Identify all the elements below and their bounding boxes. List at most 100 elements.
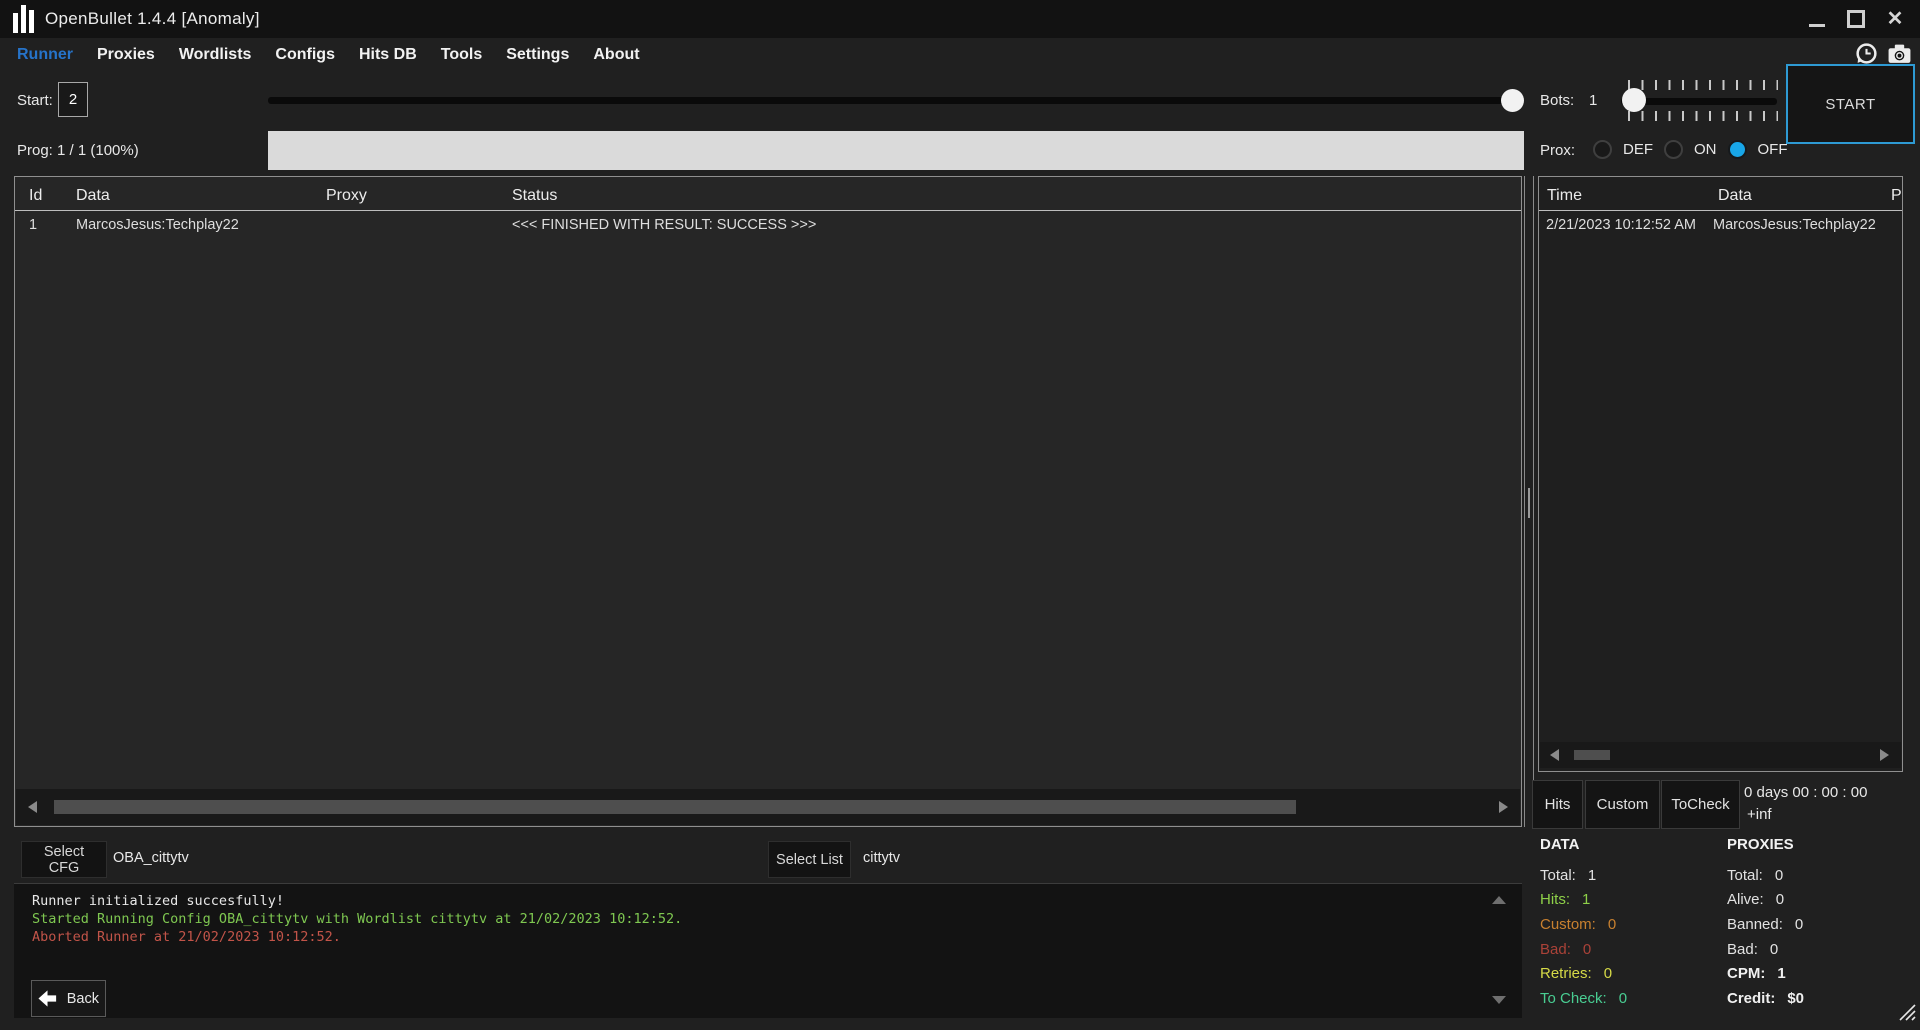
proxy-on-radio[interactable]	[1664, 140, 1683, 159]
select-cfg-button[interactable]: Select CFG	[21, 841, 107, 878]
prox-label: Prox:	[1540, 142, 1576, 159]
column-header-data[interactable]: Data	[76, 187, 110, 205]
stat-tocheck: To Check: 0	[1540, 989, 1628, 1007]
column-header-hits-proxy[interactable]: Pr	[1891, 187, 1902, 205]
bots-slider-thumb[interactable]	[1622, 88, 1646, 112]
runner-log: Runner initialized succesfully! Started …	[14, 883, 1522, 1018]
stat-cpm: CPM: 1	[1727, 965, 1786, 983]
scroll-right-icon[interactable]	[1880, 749, 1889, 761]
log-scroll-up-icon[interactable]	[1492, 896, 1506, 904]
stat-hits: Hits: 1	[1540, 891, 1591, 909]
minimize-button[interactable]	[1804, 6, 1830, 32]
proxies-stats-title: PROXIES	[1727, 836, 1794, 853]
scroll-right-icon[interactable]	[1499, 801, 1508, 813]
tab-tocheck[interactable]: ToCheck	[1661, 780, 1740, 829]
stat-total: Total: 1	[1540, 866, 1597, 884]
menu-proxies[interactable]: Proxies	[97, 46, 155, 64]
window-title: OpenBullet 1.4.4 [Anomaly]	[45, 9, 260, 28]
cell-status: <<< FINISHED WITH RESULT: SUCCESS >>>	[512, 217, 817, 233]
menu-hits-db[interactable]: Hits DB	[359, 46, 417, 64]
start-button[interactable]: START	[1786, 64, 1915, 144]
minimize-icon	[1809, 23, 1825, 27]
progress-bar	[268, 131, 1524, 170]
proxy-def-label: DEF	[1623, 141, 1653, 158]
bots-slider-ticks-top	[1628, 80, 1778, 90]
resize-grip-icon[interactable]	[1894, 999, 1916, 1026]
menubar: Runner Proxies Wordlists Configs Hits DB…	[0, 38, 1920, 72]
scroll-left-icon[interactable]	[1550, 749, 1559, 761]
menu-tools[interactable]: Tools	[441, 46, 482, 64]
proxy-off-label: OFF	[1757, 141, 1788, 158]
results-table: Id Data Proxy Status 1 MarcosJesus:Techp…	[14, 176, 1522, 827]
bots-label: Bots:	[1540, 92, 1575, 109]
cell-id: 1	[29, 217, 38, 233]
progress-fill	[268, 131, 1524, 170]
select-list-button[interactable]: Select List	[768, 841, 851, 878]
elapsed-time: 0 days 00 : 00 : 00	[1744, 784, 1868, 801]
menu-runner[interactable]: Runner	[17, 46, 73, 64]
proxy-on-label: ON	[1694, 141, 1717, 158]
scrollbar-thumb[interactable]	[1574, 750, 1610, 760]
back-button[interactable]: Back	[31, 980, 106, 1017]
header-divider	[1539, 210, 1902, 211]
splitter-handle[interactable]	[1528, 488, 1530, 518]
history-clock-icon[interactable]	[1853, 40, 1880, 67]
stat-retries: Retries: 0	[1540, 965, 1613, 983]
app-window: OpenBullet 1.4.4 [Anomaly] ✕ Runner Prox…	[0, 0, 1920, 1030]
log-line: Runner initialized succesfully!	[32, 893, 284, 909]
back-arrow-icon	[38, 990, 57, 1007]
window-controls: ✕	[1804, 6, 1920, 32]
bots-value: 1	[1589, 92, 1598, 109]
menu-configs[interactable]: Configs	[275, 46, 335, 64]
camera-icon[interactable]	[1886, 40, 1913, 67]
stat-proxy-bad: Bad: 0	[1727, 940, 1779, 958]
stat-proxy-alive: Alive: 0	[1727, 891, 1785, 909]
cell-data: MarcosJesus:Techplay22	[76, 217, 239, 233]
start-label: Start:	[17, 92, 53, 109]
results-horizontal-scrollbar[interactable]	[16, 789, 1520, 825]
close-button[interactable]: ✕	[1882, 6, 1908, 32]
back-label: Back	[66, 990, 99, 1007]
start-slider-track[interactable]	[268, 97, 1513, 104]
data-stats-title: DATA	[1540, 836, 1580, 853]
proxy-off-radio[interactable]	[1727, 140, 1747, 159]
stat-credit: Credit: $0	[1727, 989, 1805, 1007]
maximize-icon	[1847, 10, 1865, 28]
log-scroll-down-icon[interactable]	[1492, 996, 1506, 1004]
column-header-time[interactable]: Time	[1547, 187, 1582, 205]
maximize-button[interactable]	[1843, 6, 1869, 32]
column-header-status[interactable]: Status	[512, 187, 557, 205]
column-header-proxy[interactable]: Proxy	[326, 187, 367, 205]
eta-value: +inf	[1747, 806, 1772, 823]
titlebar-tools	[1853, 40, 1913, 67]
tab-hits[interactable]: Hits	[1532, 780, 1583, 829]
data-stats: DATA Total: 1 Hits: 1 Custom: 0 Bad: 0 Retri…	[1540, 836, 1627, 1011]
menu-about[interactable]: About	[593, 46, 639, 64]
panel-splitter[interactable]	[1524, 176, 1534, 827]
proxy-def-radio[interactable]	[1593, 140, 1612, 159]
cell-hits-data: MarcosJesus:Techplay22	[1713, 217, 1876, 233]
titlebar: OpenBullet 1.4.4 [Anomaly] ✕	[0, 0, 1920, 38]
start-slider-thumb[interactable]	[1501, 89, 1524, 112]
selected-config-value: OBA_cittytv	[113, 850, 189, 866]
proxy-mode-group: DEF ON OFF	[1593, 140, 1788, 159]
stat-proxy-total: Total: 0	[1727, 866, 1784, 884]
hits-table: Time Data Pr 2/21/2023 10:12:52 AM Marco…	[1538, 176, 1903, 772]
openbullet-logo-icon	[13, 5, 34, 33]
column-header-hits-data[interactable]: Data	[1718, 187, 1752, 205]
stat-proxy-banned: Banned: 0	[1727, 915, 1804, 933]
menu-wordlists[interactable]: Wordlists	[179, 46, 252, 64]
close-icon: ✕	[1886, 8, 1904, 30]
tab-custom[interactable]: Custom	[1585, 780, 1660, 829]
menu-settings[interactable]: Settings	[506, 46, 569, 64]
selected-wordlist-value: cittytv	[863, 850, 901, 866]
start-position-input[interactable]	[58, 82, 88, 117]
proxies-stats: PROXIES Total: 0 Alive: 0 Banned: 0 Bad: 0 C…	[1727, 836, 1804, 1011]
hits-horizontal-scrollbar[interactable]	[1540, 742, 1901, 768]
stat-bad: Bad: 0	[1540, 940, 1592, 958]
progress-label: Prog: 1 / 1 (100%)	[17, 142, 139, 159]
column-header-id[interactable]: Id	[29, 187, 42, 205]
header-divider	[15, 210, 1521, 211]
scrollbar-thumb[interactable]	[54, 800, 1296, 814]
scroll-left-icon[interactable]	[28, 801, 37, 813]
